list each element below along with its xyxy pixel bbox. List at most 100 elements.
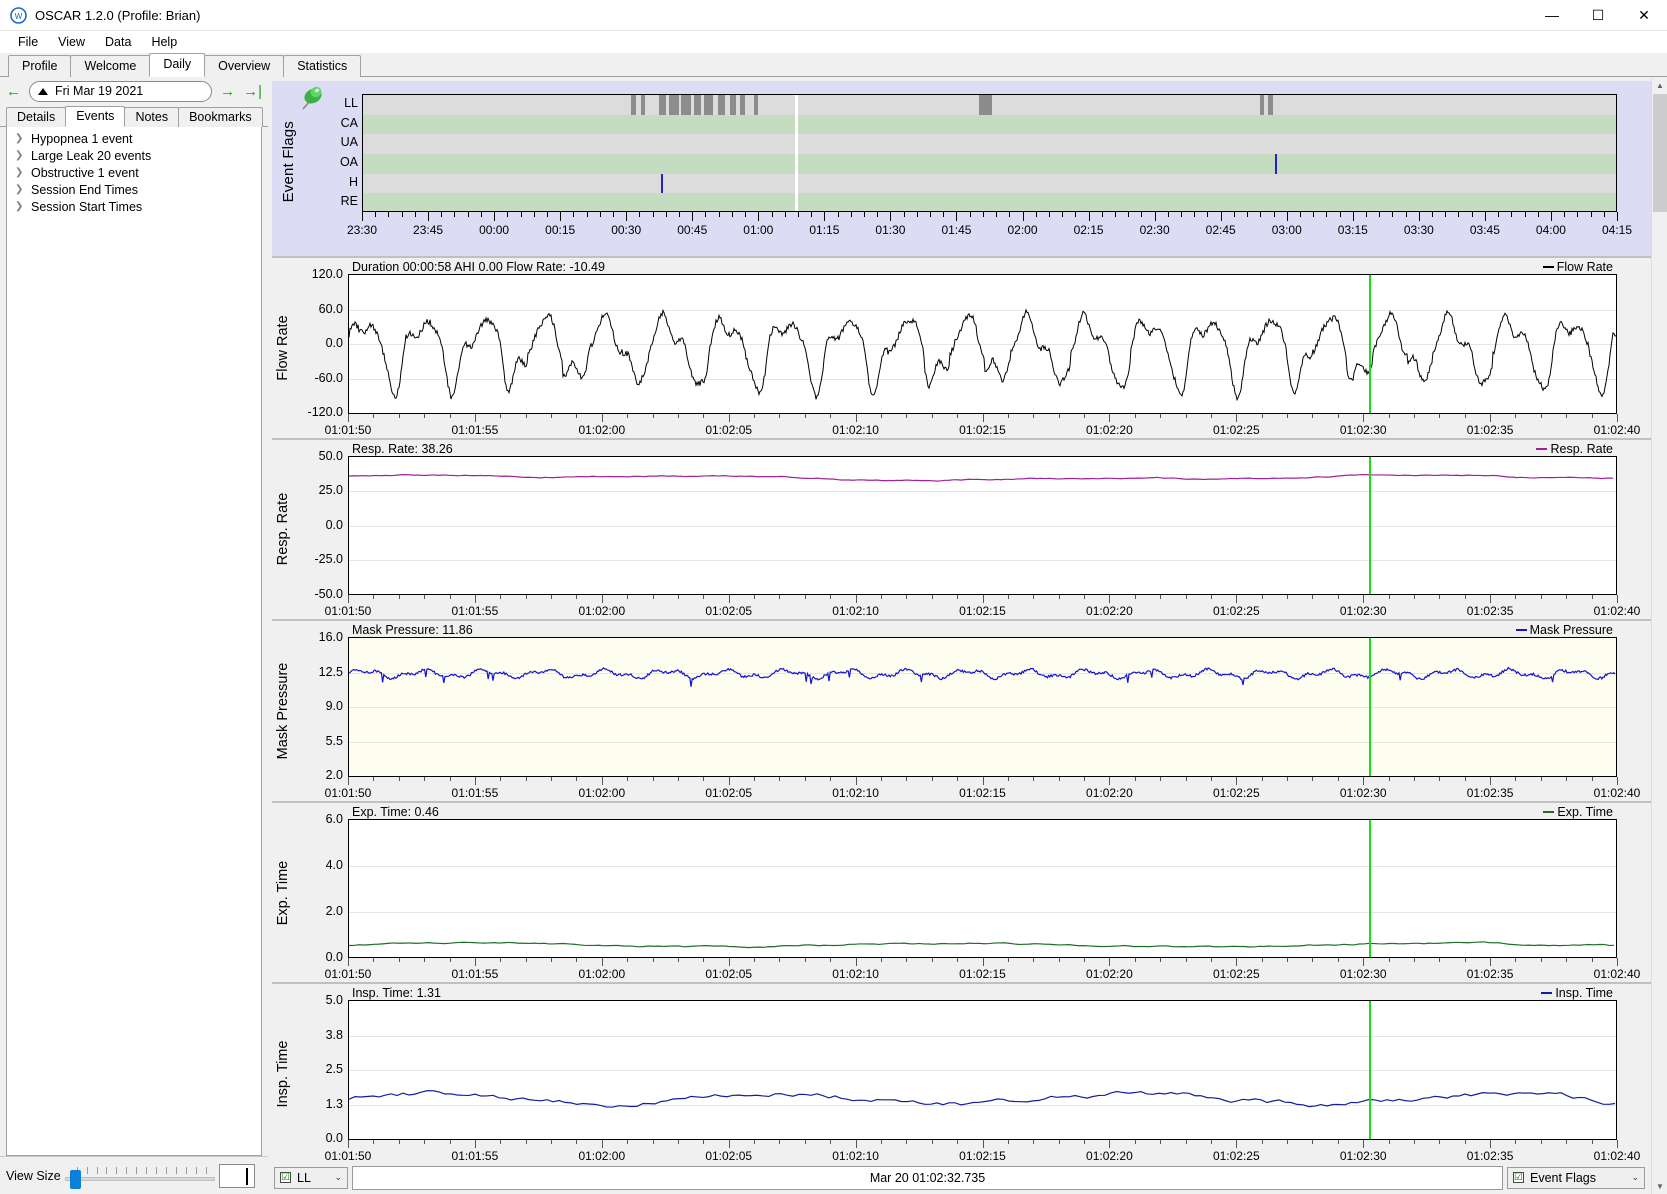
- calendar-toggle-icon[interactable]: [38, 87, 48, 95]
- vertical-scrollbar[interactable]: ▲ ▼: [1651, 77, 1667, 1194]
- chart-exp-time[interactable]: Exp. Time: 0.46 Exp. Time Exp. Time 6.0 4.0 2…: [272, 800, 1651, 983]
- view-size-value-field[interactable]: [218, 1163, 255, 1188]
- list-item[interactable]: ❯ Session End Times: [7, 181, 261, 198]
- plot-area-mask-pressure[interactable]: 01:01:50 01:01:55 01:02:00 01:02:05 01:02:10…: [325, 621, 1640, 801]
- chevron-right-icon[interactable]: ❯: [15, 133, 31, 144]
- scrollbar-thumb[interactable]: [1653, 94, 1667, 212]
- slider-track[interactable]: [64, 1176, 215, 1181]
- event-flags-header: Event Flags: [272, 81, 332, 256]
- plot-canvas-insp-time[interactable]: [348, 1000, 1617, 1140]
- x-tick: [1287, 1139, 1289, 1144]
- menu-item-data[interactable]: Data: [95, 33, 141, 51]
- list-item[interactable]: ❯ Session Start Times: [7, 198, 261, 215]
- next-day-button[interactable]: →: [220, 84, 235, 99]
- x-tick: [1160, 413, 1162, 418]
- event-flags-plot[interactable]: 23:30 23:45 00:00 00:15 00:30 00:45 01:00 01:15…: [347, 81, 1632, 256]
- right-flag-combo[interactable]: ☑ Event Flags ⌄: [1507, 1166, 1645, 1189]
- menu-item-view[interactable]: View: [48, 33, 95, 51]
- x-tick-label: 01:02:25: [1212, 967, 1260, 982]
- plot-area-flow-rate[interactable]: 01:01:50 01:01:55 01:02:00 01:02:05 01:02:10…: [325, 258, 1640, 438]
- x-tick-label: 01:02:35: [1466, 1148, 1514, 1163]
- x-tick: [830, 595, 832, 600]
- x-tick: [1261, 776, 1263, 781]
- prev-day-button[interactable]: ←: [6, 84, 21, 99]
- chart-legend-flow-rate[interactable]: Flow Rate: [1542, 260, 1613, 274]
- date-selector[interactable]: Fri Mar 19 2021: [29, 80, 213, 102]
- plot-area-resp-rate[interactable]: 01:01:50 01:01:55 01:02:00 01:02:05 01:02:10…: [325, 440, 1640, 620]
- close-icon[interactable]: ✕: [1621, 0, 1667, 31]
- list-item[interactable]: ❯ Obstructive 1 event: [7, 164, 261, 181]
- x-tick-label: 01:02:40: [1593, 604, 1641, 619]
- event-flags-grid[interactable]: [362, 94, 1617, 212]
- tab-profile[interactable]: Profile: [8, 55, 72, 77]
- plot-area-exp-time[interactable]: 01:01:50 01:01:55 01:02:00 01:02:05 01:02:10…: [325, 803, 1640, 983]
- chevron-right-icon[interactable]: ❯: [15, 184, 31, 195]
- chart-flow-rate[interactable]: Duration 00:00:58 AHI 0.00 Flow Rate: -1…: [272, 256, 1651, 438]
- list-item[interactable]: ❯ Large Leak 20 events: [7, 147, 261, 164]
- cursor-timestamp-field: Mar 20 01:02:32.735: [352, 1165, 1503, 1190]
- x-tick: [474, 958, 476, 967]
- x-tick: [1185, 1139, 1187, 1144]
- plot-canvas-mask-pressure[interactable]: [348, 637, 1617, 777]
- x-tick: [1363, 958, 1365, 967]
- checkbox-icon[interactable]: ☑: [280, 1172, 291, 1183]
- event-flags-title: Event Flags: [280, 121, 297, 203]
- chart-resp-rate[interactable]: Resp. Rate: 38.26 Resp. Rate Resp. Rate 50.…: [272, 437, 1651, 620]
- oscar-logo-icon: W: [10, 6, 27, 24]
- subtab-events[interactable]: Events: [65, 106, 126, 127]
- event-mark-obstructive: [1275, 154, 1278, 174]
- subtab-details[interactable]: Details: [6, 107, 67, 127]
- view-size-slider[interactable]: [64, 1163, 215, 1189]
- maximize-icon[interactable]: ☐: [1575, 0, 1621, 31]
- chevron-right-icon[interactable]: ❯: [15, 150, 31, 161]
- scroll-down-icon[interactable]: ▼: [1652, 1178, 1667, 1194]
- x-tick: [830, 1139, 832, 1144]
- chevron-down-icon[interactable]: ⌄: [1631, 1172, 1639, 1183]
- chart-mask-pressure[interactable]: Mask Pressure: 11.86 Mask Pressure Mask Pr…: [272, 619, 1651, 801]
- y-tick-label: -60.0: [314, 370, 344, 385]
- x-tick: [1363, 1139, 1365, 1148]
- plot-canvas-resp-rate[interactable]: [348, 455, 1617, 596]
- minimize-icon[interactable]: —: [1529, 0, 1575, 31]
- x-tick: [449, 595, 451, 600]
- checkbox-icon[interactable]: ☑: [1513, 1172, 1524, 1183]
- event-flags-x-tick-label: 23:45: [413, 223, 444, 237]
- tab-overview[interactable]: Overview: [204, 55, 285, 77]
- x-tick-label: 01:01:50: [324, 785, 372, 800]
- event-flags-x-tick-label: 04:15: [1601, 223, 1633, 237]
- chevron-down-icon[interactable]: ⌄: [334, 1172, 342, 1183]
- chevron-right-icon[interactable]: ❯: [15, 201, 31, 212]
- x-tick: [728, 958, 730, 967]
- x-tick: [1337, 776, 1339, 781]
- tab-daily[interactable]: Daily: [149, 53, 206, 77]
- chart-insp-time[interactable]: Insp. Time: 1.31 Insp. Time Insp. Time 5.0 3…: [272, 982, 1651, 1164]
- list-item[interactable]: ❯ Hypopnea 1 event: [7, 130, 261, 147]
- pushpin-icon[interactable]: [296, 83, 326, 116]
- x-tick: [1413, 958, 1415, 963]
- x-tick: [779, 958, 781, 963]
- menu-item-help[interactable]: Help: [141, 33, 187, 51]
- plot-area-insp-time[interactable]: 01:01:50 01:01:55 01:02:00 01:02:05 01:02:10…: [325, 984, 1640, 1164]
- subtab-notes[interactable]: Notes: [124, 107, 180, 127]
- x-tick: [398, 413, 400, 418]
- menu-item-file[interactable]: File: [8, 33, 48, 51]
- subtab-bookmarks[interactable]: Bookmarks: [178, 107, 263, 127]
- x-tick: [677, 1139, 679, 1144]
- scroll-up-icon[interactable]: ▲: [1652, 77, 1667, 93]
- tab-statistics[interactable]: Statistics: [283, 55, 362, 77]
- chart-legend-resp-rate[interactable]: Resp. Rate: [1536, 442, 1613, 456]
- x-tick: [1287, 595, 1289, 600]
- slider-thumb[interactable]: [69, 1169, 81, 1189]
- plot-canvas-exp-time[interactable]: [348, 818, 1617, 959]
- x-tick-label: 01:02:20: [1086, 604, 1133, 619]
- left-flag-combo[interactable]: ☑ LL ⌄: [274, 1166, 348, 1189]
- x-tick: [931, 595, 933, 600]
- tab-welcome[interactable]: Welcome: [70, 55, 151, 77]
- chart-legend-insp-time[interactable]: Insp. Time: [1541, 986, 1613, 1000]
- chart-legend-mask-pressure[interactable]: Mask Pressure: [1515, 623, 1613, 637]
- plot-canvas-flow-rate[interactable]: [348, 274, 1617, 414]
- chart-legend-exp-time[interactable]: Exp. Time: [1543, 805, 1613, 819]
- series-path-insp-time: [349, 1090, 1616, 1109]
- last-day-button[interactable]: →|: [243, 84, 262, 99]
- chevron-right-icon[interactable]: ❯: [15, 167, 31, 178]
